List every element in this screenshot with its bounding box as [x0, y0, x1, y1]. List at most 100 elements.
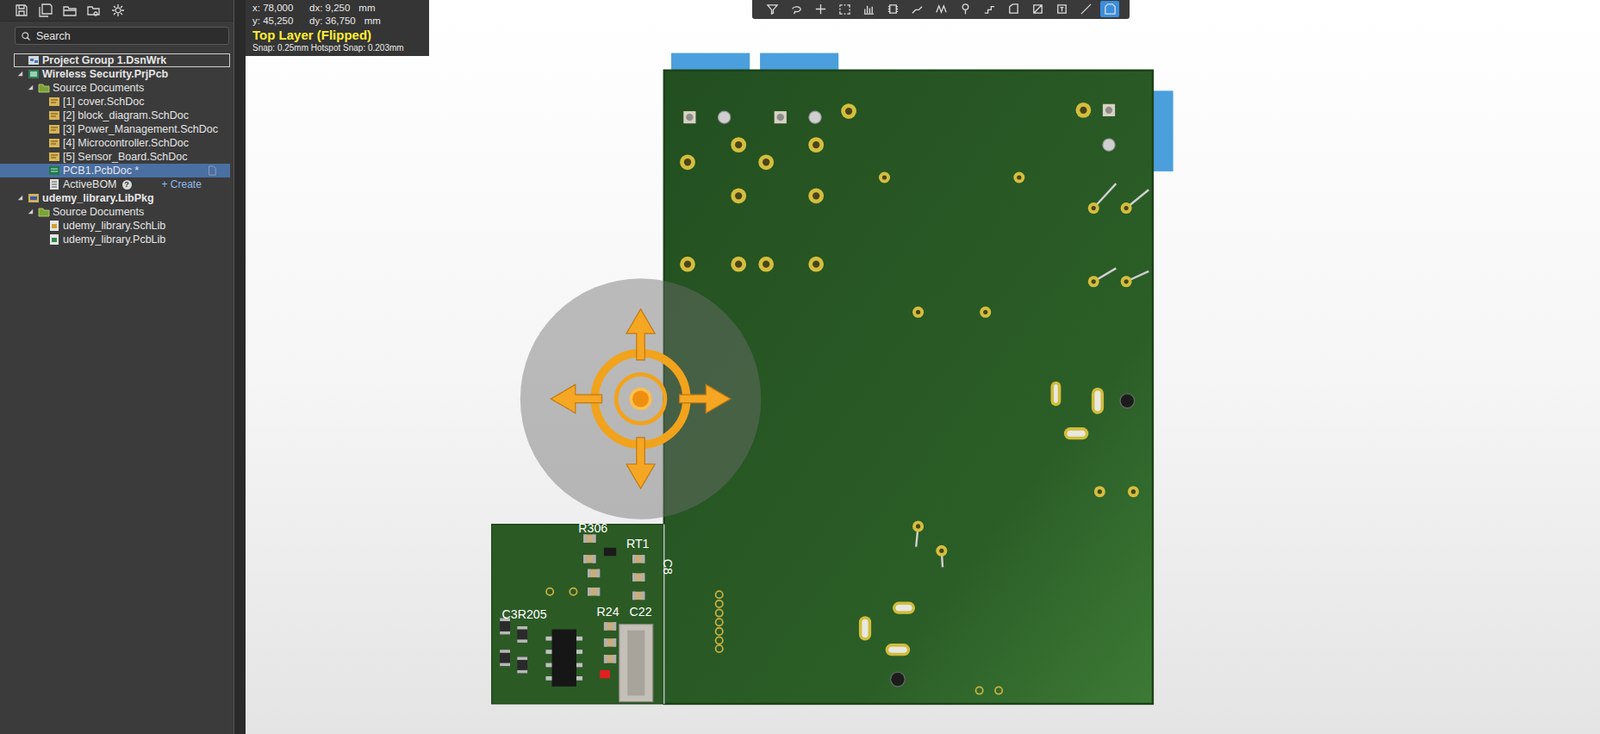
expand-arrow-icon[interactable] [37, 166, 46, 175]
slot-pad [1064, 427, 1089, 440]
route-button[interactable] [907, 0, 927, 18]
pcb-view[interactable]: R306RT1C8R24C22C3R205 [245, 0, 1600, 734]
help-badge[interactable]: ? [122, 180, 132, 190]
move-gizmo[interactable] [520, 278, 761, 519]
smd-component [603, 654, 617, 663]
silkscreen-label: C8 [660, 559, 675, 575]
shape-button[interactable] [1100, 0, 1120, 18]
document-icon [206, 165, 218, 176]
arrow-up-icon[interactable] [626, 309, 655, 361]
save-all-icon[interactable] [38, 3, 53, 18]
sensor-board [491, 524, 665, 704]
arrow-left-icon[interactable] [550, 384, 602, 413]
expand-arrow-icon[interactable] [37, 152, 46, 162]
tree-item[interactable]: Source Documents [0, 205, 231, 219]
smd-component [583, 554, 596, 563]
current-layer: Top Layer (Flipped) [252, 27, 424, 44]
pcb-canvas[interactable]: R306RT1C8R24C22C3R205 x: 78,000 dx: 9,25… [245, 0, 1600, 734]
save-icon[interactable] [14, 3, 29, 18]
through-hole-pad [1076, 102, 1092, 119]
component-button[interactable] [883, 0, 903, 18]
arrow-right-icon[interactable] [679, 384, 731, 413]
select-rect-button[interactable] [834, 0, 854, 18]
expand-arrow-icon[interactable] [16, 193, 25, 203]
through-hole-pad [679, 256, 696, 273]
component-icon [886, 2, 900, 16]
tree-item[interactable]: [3] Power_Management.SchDoc [0, 122, 231, 137]
tree-item[interactable]: udemy_library.SchLib [0, 218, 231, 233]
fill-button[interactable] [1027, 0, 1047, 18]
smd-component [587, 587, 600, 596]
expand-arrow-icon[interactable] [26, 207, 36, 217]
panel-toolbar [0, 0, 234, 22]
smd-component [632, 591, 645, 600]
folder-settings-icon[interactable] [87, 3, 101, 18]
tree-item[interactable]: [1] cover.SchDoc [0, 94, 231, 109]
panel-splitter[interactable] [233, 0, 246, 734]
tree-item-label: ActiveBOM [62, 178, 118, 191]
expand-arrow-icon[interactable] [37, 180, 46, 189]
silkscreen-label: C3R205 [502, 607, 548, 622]
tree-item[interactable]: Source Documents [0, 80, 231, 95]
via-pad [1120, 275, 1133, 287]
arrow-down-icon[interactable] [626, 437, 655, 489]
open-folder-icon[interactable] [62, 3, 77, 18]
expand-arrow-icon[interactable] [37, 138, 46, 148]
wave-button[interactable] [931, 0, 951, 18]
tree-item-label: Project Group 1.DsnWrk [42, 54, 167, 67]
slot-pad [892, 602, 916, 615]
chart-icon [862, 2, 876, 16]
expand-arrow-icon[interactable] [16, 69, 25, 79]
pin-button[interactable] [955, 0, 975, 18]
expand-arrow-icon[interactable] [37, 111, 46, 120]
filter-button[interactable] [762, 0, 782, 18]
silkscreen-label: RT1 [626, 536, 650, 551]
small-pad [715, 618, 723, 626]
search-field[interactable]: Search [14, 26, 230, 45]
tree-item[interactable]: Project Group 1.DsnWrk [13, 53, 231, 68]
tree-item-label: udemy_library.SchLib [62, 219, 166, 232]
gear-icon[interactable] [111, 3, 125, 18]
pcbdoc-icon [48, 164, 61, 177]
tree-item[interactable]: udemy_library.PcbLib [0, 232, 231, 247]
transistor [603, 547, 617, 556]
tree-item[interactable]: PCB1.PcbDoc * [0, 163, 231, 178]
filter-icon [765, 2, 779, 16]
text-button[interactable] [1052, 0, 1071, 18]
tree-item[interactable]: ActiveBOM ? + Create [0, 177, 231, 192]
expand-arrow-icon[interactable] [26, 83, 36, 93]
expand-arrow-icon[interactable] [16, 56, 25, 65]
wave-icon [934, 2, 948, 16]
expand-arrow-icon[interactable] [37, 221, 46, 231]
expand-arrow-icon[interactable] [37, 97, 46, 106]
tree-item[interactable]: udemy_library.LibPkg [0, 191, 231, 206]
smd-component [603, 622, 617, 630]
cross-button[interactable] [810, 0, 830, 18]
pcblib-icon [48, 233, 61, 246]
create-link[interactable]: + Create [161, 178, 202, 191]
polygon-button[interactable] [1003, 0, 1023, 18]
round-pad [718, 111, 731, 124]
tree-item-label: Wireless Security.PrjPcb [42, 68, 169, 81]
small-pad [715, 609, 723, 617]
chart-button[interactable] [859, 0, 878, 18]
line-button[interactable] [1076, 0, 1096, 18]
bom-icon [48, 178, 61, 191]
search-placeholder: Search [36, 30, 71, 43]
workspace-icon [27, 54, 40, 67]
lasso-button[interactable] [786, 0, 806, 18]
led [599, 670, 611, 679]
smd-component [499, 649, 511, 667]
schdoc-icon [48, 95, 61, 108]
tree-item[interactable]: [4] Microcontroller.SchDoc [0, 136, 231, 150]
expand-arrow-icon[interactable] [37, 235, 46, 244]
tree-item[interactable]: [5] Sensor_Board.SchDoc [0, 149, 231, 164]
tree-item[interactable]: [2] block_diagram.SchDoc [0, 108, 231, 123]
mounting-hole [1120, 393, 1135, 409]
stair-button[interactable] [979, 0, 999, 18]
tree-item[interactable]: Wireless Security.PrjPcb [0, 67, 231, 81]
expand-arrow-icon[interactable] [37, 124, 46, 134]
schdoc-icon [48, 150, 61, 163]
stair-icon [983, 2, 997, 16]
through-hole-pad [730, 136, 747, 153]
